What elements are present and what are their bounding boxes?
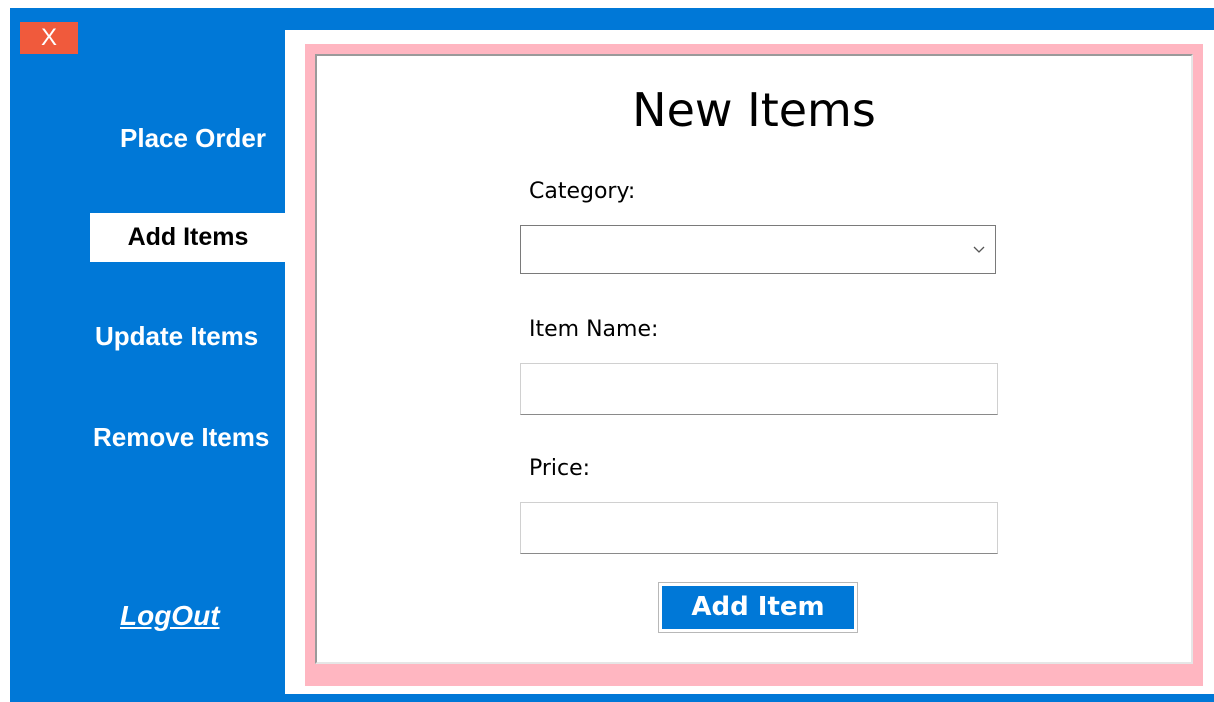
item-name-input[interactable] (520, 363, 998, 415)
content-panel: New Items Category: Item Name: Price: Ad… (285, 30, 1214, 694)
price-input[interactable] (520, 502, 998, 554)
chevron-down-icon (973, 246, 985, 253)
item-name-label: Item Name: (529, 317, 659, 342)
add-item-button[interactable]: Add Item (658, 582, 858, 633)
form-frame: New Items Category: Item Name: Price: Ad… (305, 44, 1203, 686)
page-title: New Items (632, 83, 876, 137)
sidebar-item-update-items[interactable]: Update Items (95, 321, 258, 352)
app-window: X Place Order Add Items Update Items Rem… (10, 8, 1214, 702)
logout-link[interactable]: LogOut (120, 600, 220, 632)
price-label: Price: (529, 456, 591, 481)
category-label: Category: (529, 179, 636, 204)
sidebar-item-place-order[interactable]: Place Order (120, 123, 266, 154)
add-item-button-label: Add Item (662, 586, 854, 629)
close-button[interactable]: X (20, 22, 78, 54)
sidebar-item-add-items[interactable]: Add Items (90, 213, 286, 262)
category-dropdown[interactable] (520, 225, 996, 274)
sidebar-item-remove-items[interactable]: Remove Items (93, 422, 269, 453)
form-area: New Items Category: Item Name: Price: Ad… (315, 54, 1193, 664)
